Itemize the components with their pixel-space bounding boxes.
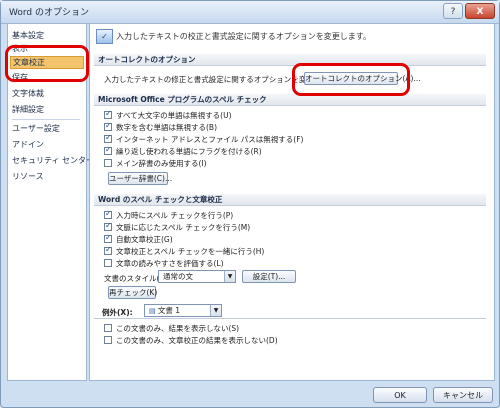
option-grammar-with-spelling: 文章校正とスペル チェックを一緒に行う(H) <box>116 247 265 256</box>
sidebar-item-trust-center[interactable]: セキュリティ センター <box>12 155 94 166</box>
option-grammar-as-you-type: 自動文章校正(G) <box>116 235 173 244</box>
checkbox-ignore-uppercase[interactable] <box>104 109 112 119</box>
checkbox-ignore-numbers[interactable] <box>104 121 112 131</box>
option-flag-repeated: 繰り返し使われる単語にフラグを付ける(R) <box>116 147 262 156</box>
sidebar-item-typography[interactable]: 文字体裁 <box>12 88 44 99</box>
sidebar-item-save[interactable]: 保存 <box>12 72 28 83</box>
recheck-document-button[interactable]: 再チェック(K) <box>108 286 157 299</box>
options-sidebar: 基本設定 表示 文章校正 保存 文字体裁 詳細設定 ユーザー設定 アドイン セキ… <box>7 23 94 381</box>
sidebar-item-popular[interactable]: 基本設定 <box>12 30 44 41</box>
abc-check-icon: ✓ <box>96 29 113 44</box>
section-office-spelling: Microsoft Office プログラムのスペル チェック <box>94 94 486 106</box>
checkbox-contextual-spelling[interactable] <box>104 221 112 231</box>
writing-style-value: 通常の文 <box>163 272 193 281</box>
sidebar-item-customize[interactable]: ユーザー設定 <box>12 123 60 134</box>
checkbox-ignore-internet[interactable] <box>104 133 112 143</box>
option-hide-grammar-errors: この文書のみ、文章校正の結果を表示しない(D) <box>116 336 278 345</box>
section-word-spelling: Word のスペル チェックと文章校正 <box>94 194 486 206</box>
options-panel: ✓ 入力したテキストの校正と書式設定に関するオプションを変更します。 オートコレ… <box>89 23 495 381</box>
help-button[interactable]: ? <box>443 3 463 19</box>
grammar-settings-button[interactable]: 設定(T)... <box>242 270 296 283</box>
autocorrect-options-button[interactable]: オートコレクトのオプション(A)... <box>304 72 421 85</box>
page-description: 入力したテキストの校正と書式設定に関するオプションを変更します。 <box>116 32 371 41</box>
sidebar-item-resources[interactable]: リソース <box>12 171 44 182</box>
option-ignore-uppercase: すべて大文字の単語は無視する(U) <box>116 111 232 120</box>
exceptions-document-select[interactable]: ▤ 文書 1 ▼ <box>144 304 222 317</box>
ok-button[interactable]: OK <box>373 387 427 403</box>
checkbox-readability[interactable] <box>104 259 112 267</box>
checkbox-grammar-with-spelling[interactable] <box>104 245 112 255</box>
option-ignore-numbers: 数字を含む単語は無視する(B) <box>116 123 217 132</box>
cancel-button[interactable]: キャンセル <box>433 387 493 403</box>
option-main-dictionary: メイン辞書のみ使用する(I) <box>116 159 207 168</box>
option-ignore-internet: インターネット アドレスとファイル パスは無視する(F) <box>116 135 304 144</box>
exceptions-document-value: 文書 1 <box>157 306 180 315</box>
title-bar: Word のオプション ? X <box>1 1 499 24</box>
document-icon: ▤ <box>149 307 158 315</box>
checkbox-main-dictionary[interactable] <box>104 159 112 167</box>
sidebar-item-addins[interactable]: アドイン <box>12 139 44 150</box>
custom-dictionaries-button[interactable]: ユーザー辞書(C)... <box>108 172 172 185</box>
checkbox-hide-spelling-errors[interactable] <box>104 324 112 332</box>
writing-style-select[interactable]: 通常の文 ▼ <box>158 270 236 283</box>
checkbox-check-as-you-type[interactable] <box>104 209 112 219</box>
checkbox-hide-grammar-errors[interactable] <box>104 336 112 344</box>
sidebar-item-advanced[interactable]: 詳細設定 <box>12 104 44 115</box>
chevron-down-icon: ▼ <box>210 305 221 316</box>
option-readability: 文章の読みやすさを評価する(L) <box>116 259 224 268</box>
option-hide-spelling-errors: この文書のみ、結果を表示しない(S) <box>116 324 240 333</box>
options-dialog: Word のオプション ? X 基本設定 表示 文章校正 保存 文字体裁 詳細設… <box>0 0 500 408</box>
sidebar-divider <box>12 119 80 120</box>
section-autocorrect: オートコレクトのオプション <box>94 54 486 66</box>
window-title: Word のオプション <box>9 8 89 18</box>
sidebar-item-display[interactable]: 表示 <box>12 43 28 54</box>
option-contextual-spelling: 文脈に応じたスペル チェックを行う(M) <box>116 223 251 232</box>
exceptions-divider <box>94 318 486 319</box>
exceptions-label: 例外(X): <box>102 308 133 317</box>
close-button[interactable]: X <box>465 3 495 19</box>
chevron-down-icon: ▼ <box>224 271 235 282</box>
checkbox-grammar-as-you-type[interactable] <box>104 233 112 243</box>
checkbox-flag-repeated[interactable] <box>104 145 112 155</box>
sidebar-item-proofing[interactable]: 文章校正 <box>10 56 84 69</box>
option-check-as-you-type: 入力時にスペル チェックを行う(P) <box>116 211 234 220</box>
